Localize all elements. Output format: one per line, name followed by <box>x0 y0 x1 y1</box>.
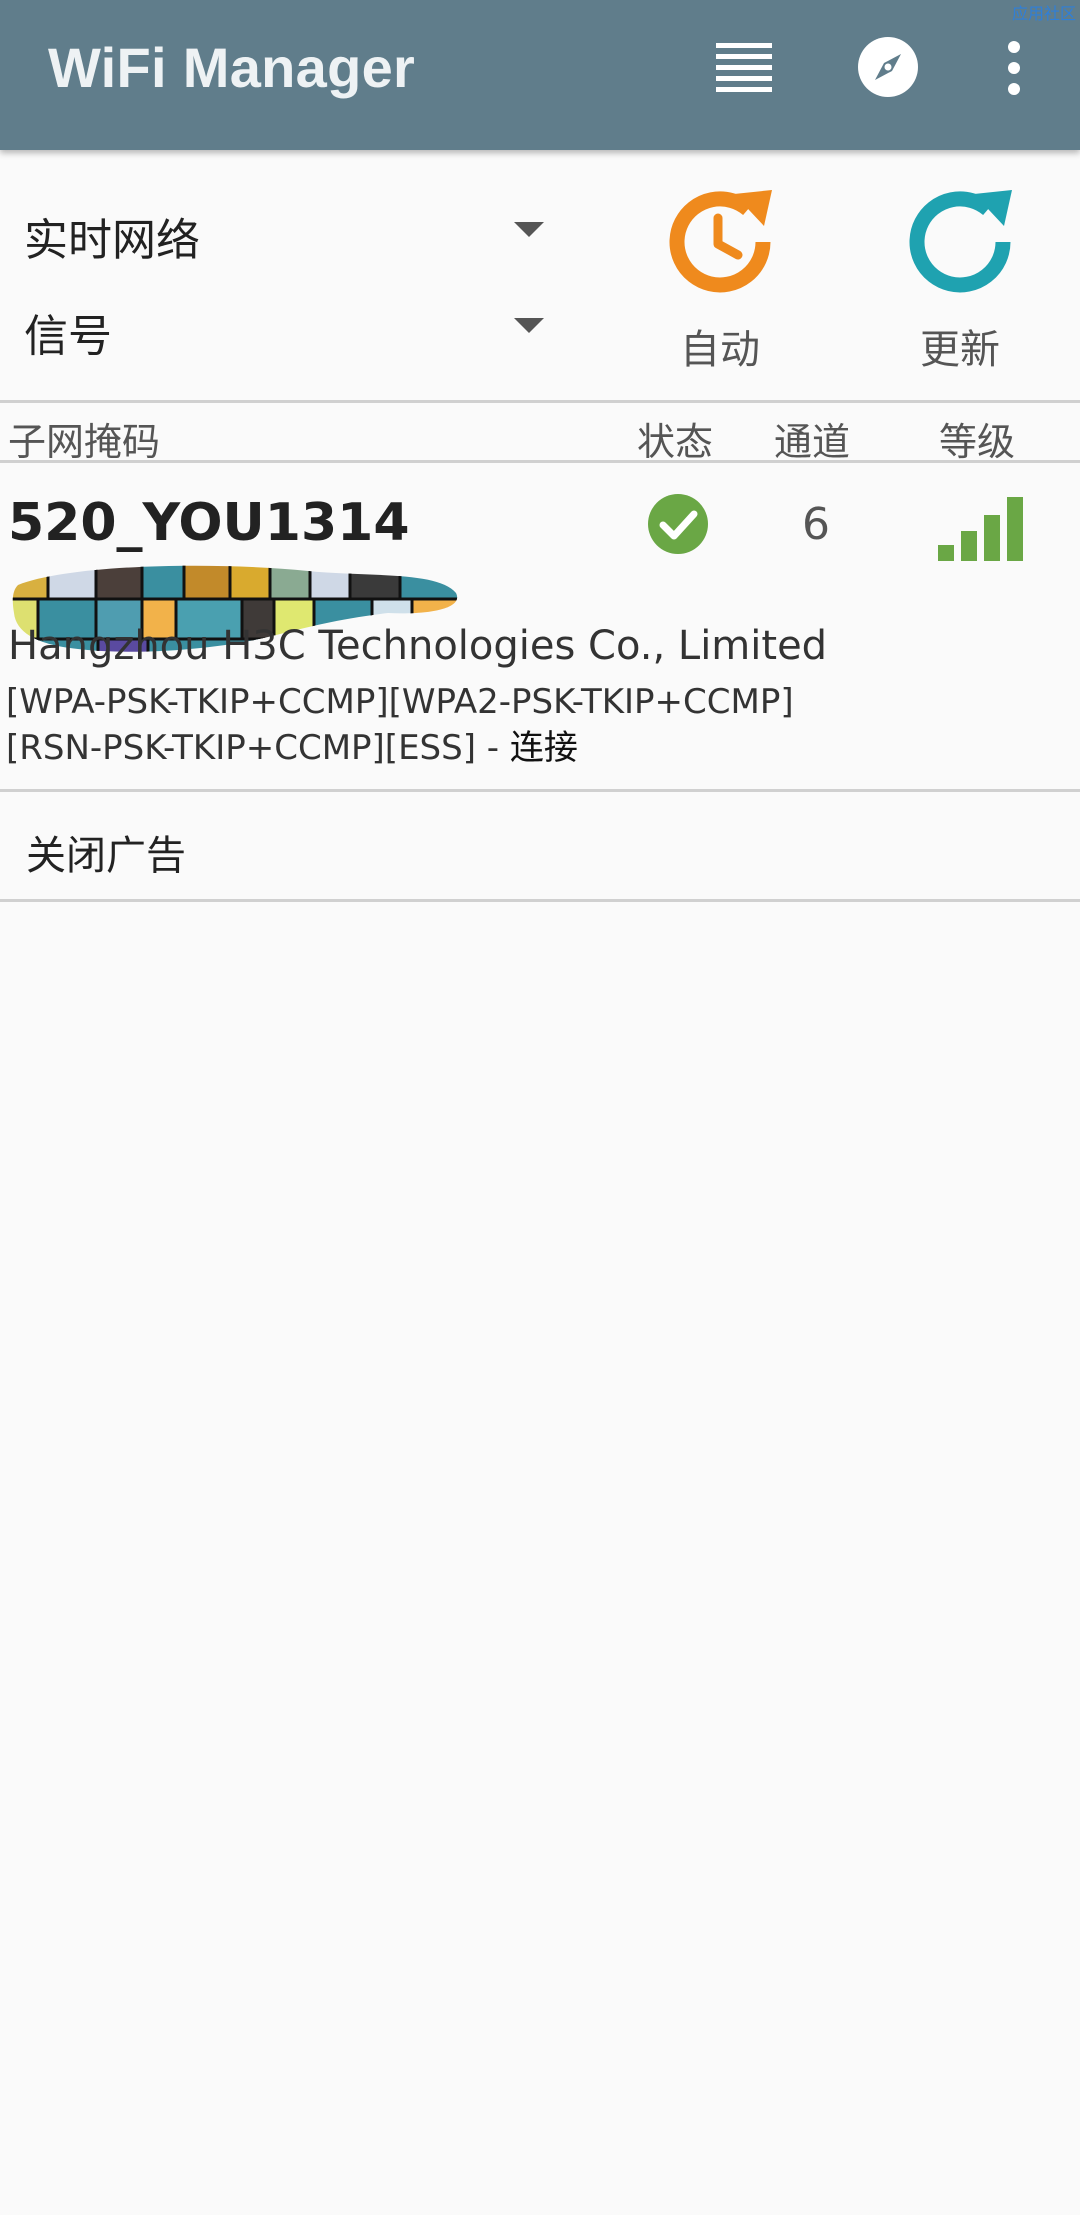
signal-bar <box>984 515 1000 561</box>
capabilities-line-1: [WPA-PSK-TKIP+CCMP][WPA2-PSK-TKIP+CCMP] <box>6 682 794 722</box>
signal-bar <box>961 531 977 561</box>
refresh-label: 更新 <box>920 327 1000 373</box>
connected-check-icon <box>648 494 708 554</box>
network-ssid: 520_YOU1314 <box>8 493 410 553</box>
watermark: 应用社区 <box>1011 4 1076 23</box>
more-vert-icon[interactable] <box>1000 40 1028 96</box>
refresh-button[interactable]: 更新 <box>880 182 1040 382</box>
divider <box>0 400 1080 403</box>
divider <box>0 899 1080 902</box>
close-ad-label: 关闭广告 <box>26 833 186 879</box>
app-title: WiFi Manager <box>48 36 416 99</box>
network-channel: 6 <box>802 499 830 550</box>
close-ad-button[interactable]: 关闭广告 <box>0 793 1080 899</box>
network-capabilities: [WPA-PSK-TKIP+CCMP][WPA2-PSK-TKIP+CCMP] … <box>6 679 794 771</box>
auto-clock-icon <box>669 190 772 293</box>
list-icon[interactable] <box>714 40 774 96</box>
signal-bar <box>1007 497 1023 561</box>
column-header-status: 状态 <box>637 420 714 464</box>
refresh-icon <box>909 190 1012 293</box>
signal-bar <box>938 545 954 561</box>
connection-state: 连接 <box>509 728 578 768</box>
mode-dropdown-label: 实时网络 <box>24 215 200 266</box>
column-header-name: 子网掩码 <box>8 420 161 464</box>
divider <box>0 789 1080 792</box>
network-vendor: Hangzhou H3C Technologies Co., Limited <box>8 623 828 669</box>
chevron-down-icon <box>514 318 544 333</box>
capabilities-line-2: [RSN-PSK-TKIP+CCMP][ESS] - 连接 <box>6 725 794 771</box>
chevron-down-icon <box>514 222 544 237</box>
capabilities-line-2-text: [RSN-PSK-TKIP+CCMP][ESS] - <box>6 728 510 768</box>
mode-dropdown[interactable]: 实时网络 <box>24 190 554 270</box>
controls-panel: 实时网络 信号 自动 更新 <box>0 152 1080 402</box>
network-list-item[interactable]: 520_YOU1314 Hangzhou H3C Technologies Co… <box>0 463 1080 789</box>
sort-dropdown[interactable]: 信号 <box>24 286 554 366</box>
compass-icon[interactable] <box>857 36 919 98</box>
app-bar: WiFi Manager 应用社区 <box>0 0 1080 150</box>
column-header-channel: 通道 <box>774 420 851 464</box>
table-header: 子网掩码 状态 通道 等级 <box>0 405 1080 464</box>
sort-dropdown-label: 信号 <box>24 311 112 362</box>
auto-label: 自动 <box>680 327 760 373</box>
column-header-level: 等级 <box>939 420 1016 464</box>
auto-button[interactable]: 自动 <box>640 182 800 382</box>
signal-strength-icon <box>938 497 1023 561</box>
